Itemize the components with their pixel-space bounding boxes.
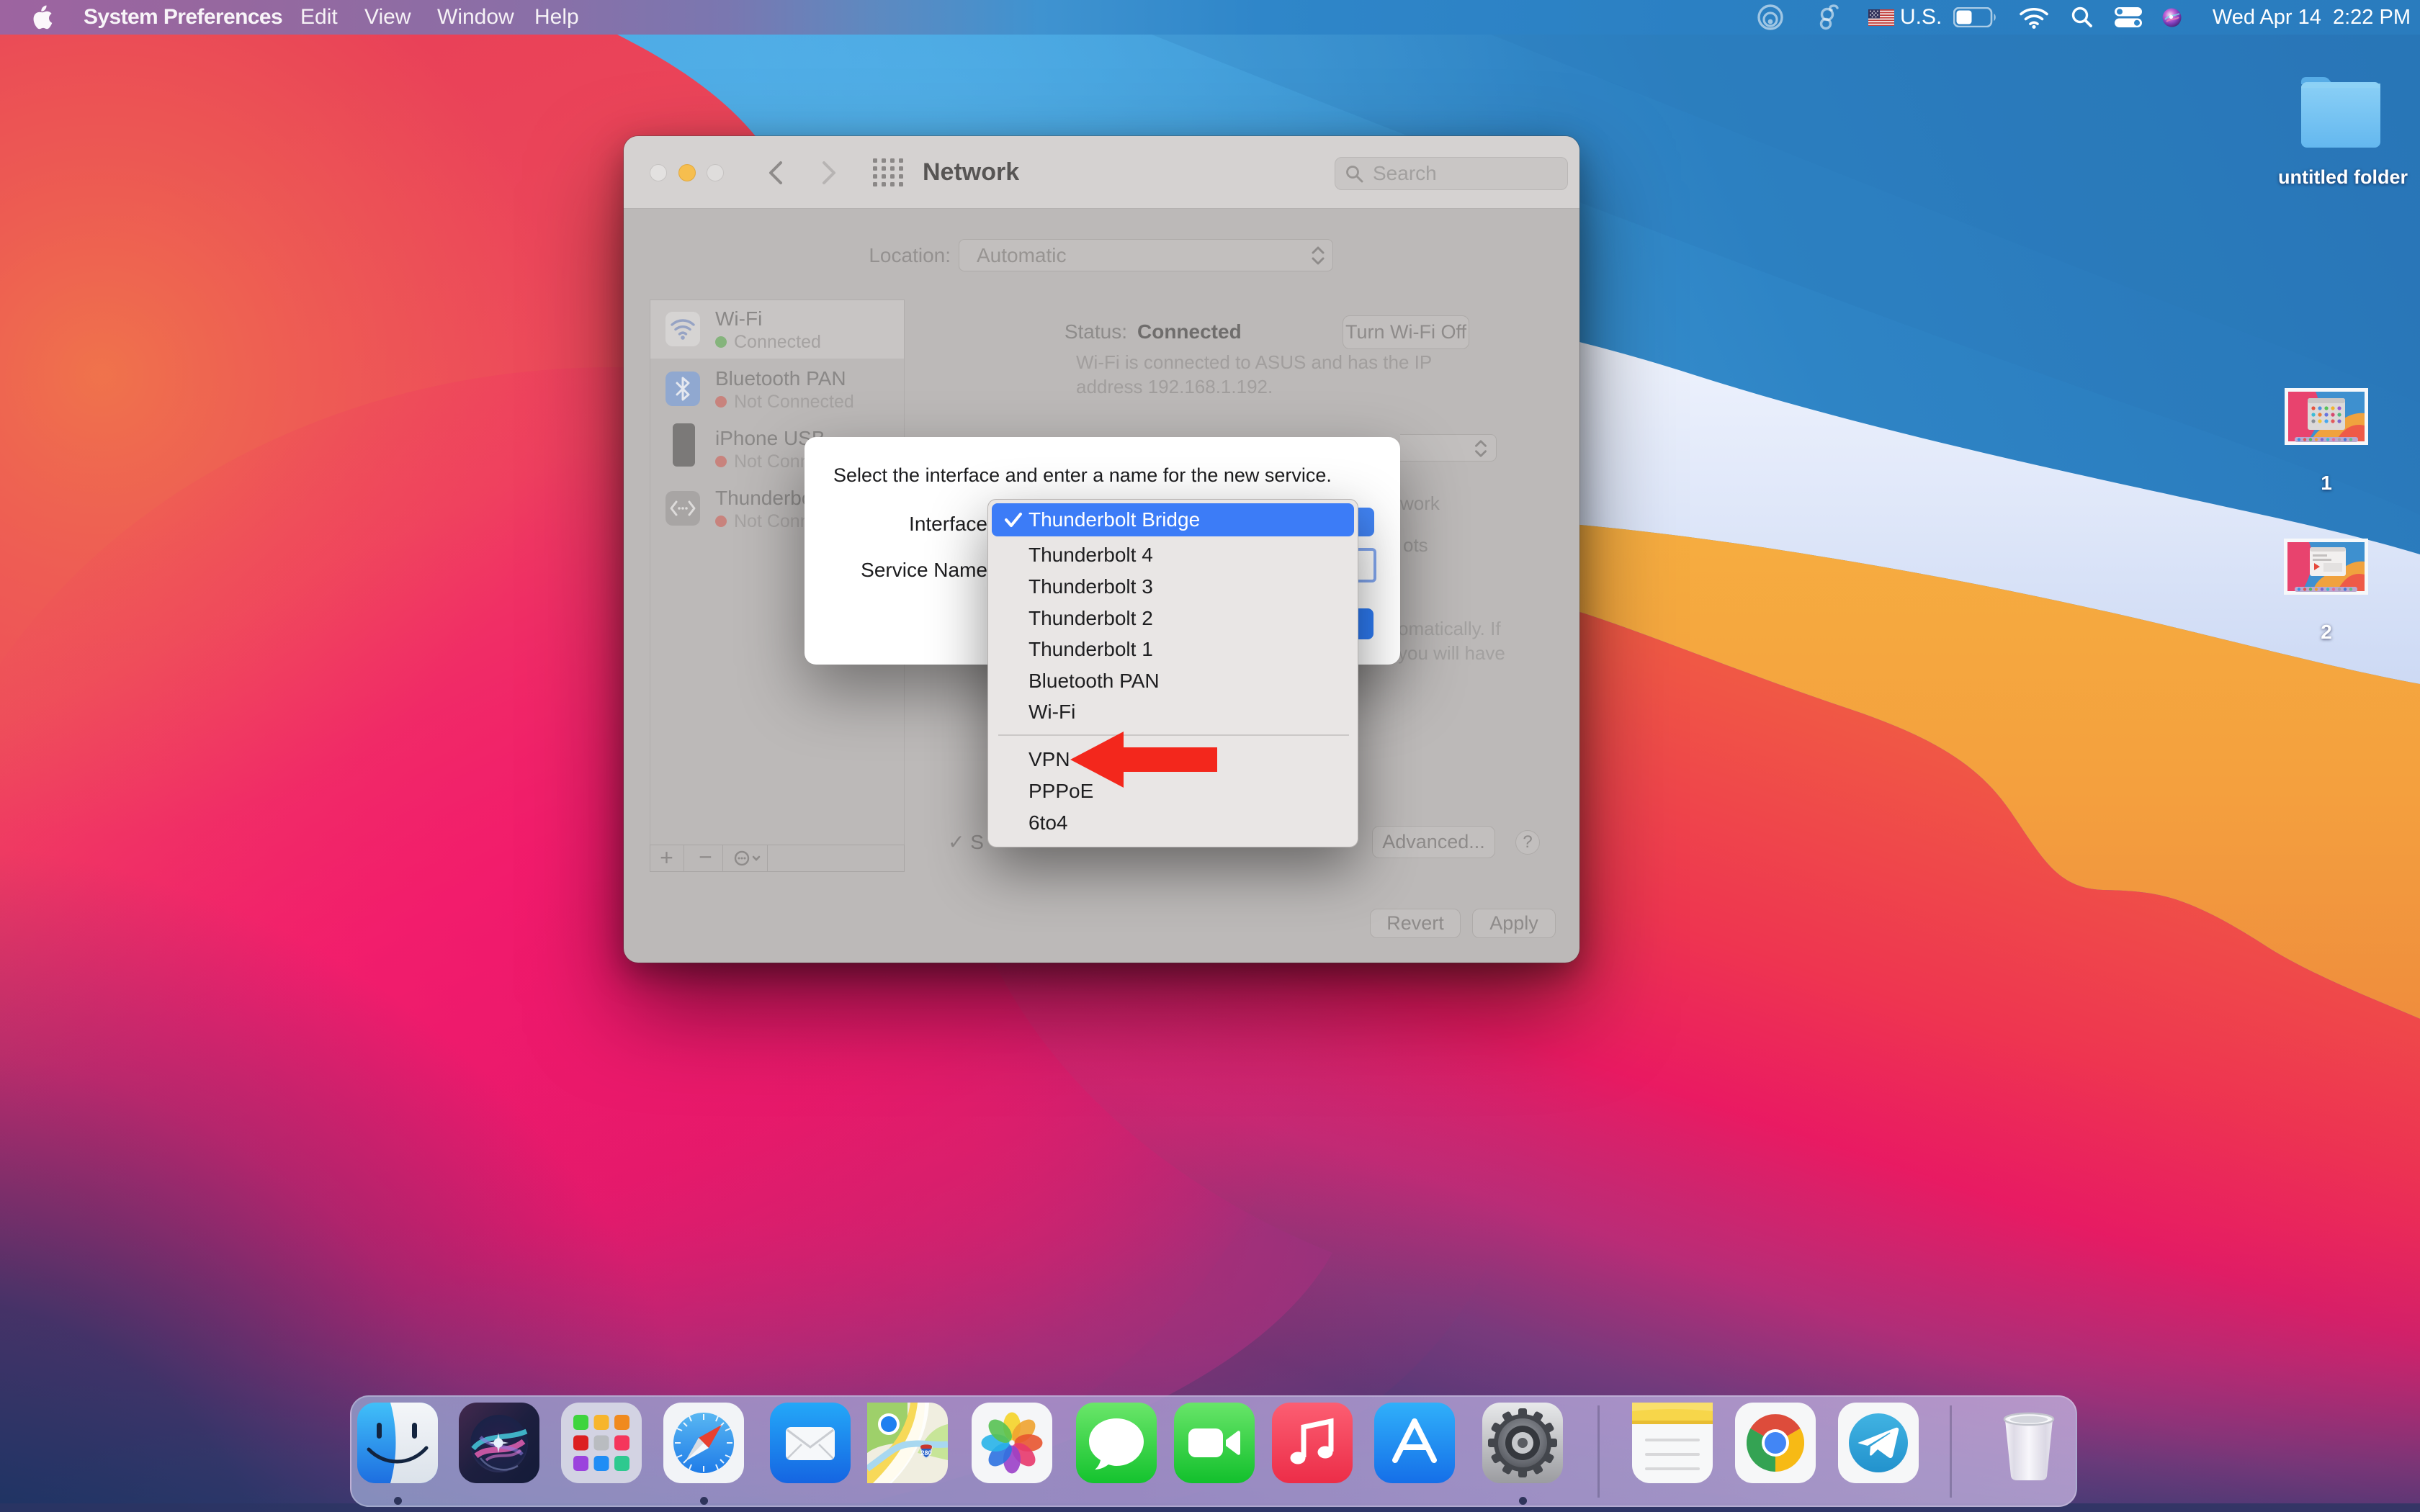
svg-text:280: 280 — [920, 1449, 931, 1457]
